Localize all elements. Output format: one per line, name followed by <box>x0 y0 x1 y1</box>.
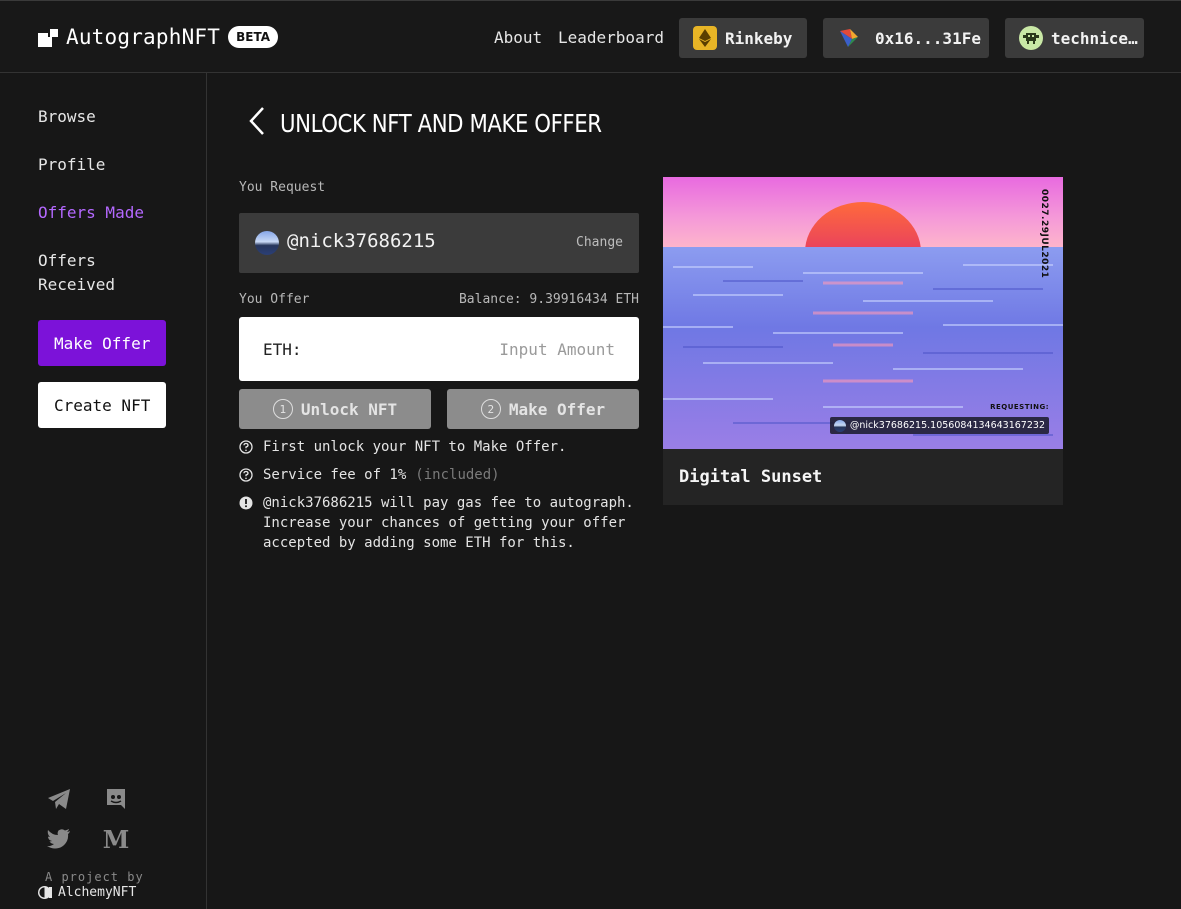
fee-info: Service fee of 1% (included) <box>239 465 639 485</box>
telegram-icon[interactable] <box>46 786 72 812</box>
fee-info-text: Service fee of 1% <box>263 467 407 483</box>
unlock-nft-button[interactable]: 1 Unlock NFT <box>239 389 431 429</box>
create-nft-button[interactable]: Create NFT <box>38 382 166 428</box>
sidebar-item-profile[interactable]: Profile <box>38 153 105 177</box>
alchemy-link[interactable]: AlchemyNFT <box>38 885 136 900</box>
page-title: UNLOCK NFT AND MAKE OFFER <box>280 108 602 138</box>
make-offer-button[interactable]: Make Offer <box>38 320 166 366</box>
make-offer-step-button[interactable]: 2 Make Offer <box>447 389 639 429</box>
logo[interactable]: AutographNFT BETA <box>38 25 279 49</box>
wallet-address: 0x16...31Fe <box>875 28 981 48</box>
step-2-number: 2 <box>480 399 501 419</box>
offer-amount-field: ETH: <box>239 317 639 381</box>
sidebar: Browse Profile Offers Made Offers Receiv… <box>0 73 207 909</box>
medium-icon[interactable]: M <box>103 825 130 854</box>
requesting-label: REQUESTING: <box>990 403 1049 411</box>
sidebar-item-offers-made[interactable]: Offers Made <box>38 201 144 225</box>
nav-about[interactable]: About <box>494 28 542 47</box>
requested-user-avatar <box>255 231 279 255</box>
page-header: UNLOCK NFT AND MAKE OFFER <box>248 105 658 141</box>
you-offer-label: You Offer <box>239 292 310 307</box>
sidebar-item-browse[interactable]: Browse <box>38 105 96 129</box>
brand-name: AutographNFT <box>66 25 221 49</box>
unlock-nft-label: Unlock NFT <box>300 399 398 419</box>
network-button[interactable]: Rinkeby <box>679 18 807 58</box>
back-icon[interactable] <box>248 105 266 141</box>
nav-leaderboard[interactable]: Leaderboard <box>558 28 664 47</box>
ethereum-icon <box>693 26 717 50</box>
requested-user-field: @nick37686215 Change <box>239 213 639 273</box>
unlock-info-text: First unlock your NFT to Make Offer. <box>263 439 567 455</box>
balance-label: Balance: 9.39916434 ETH <box>458 292 639 307</box>
top-bar: AutographNFT BETA About Leaderboard Rink… <box>0 0 1181 73</box>
wallet-avatar-icon <box>837 26 861 50</box>
network-label: Rinkeby <box>725 28 793 48</box>
requesting-tag: @nick37686215.1056084134643167232 <box>829 417 1049 434</box>
make-offer-step-label: Make Offer <box>508 399 606 419</box>
beta-badge: BETA <box>228 26 279 48</box>
step-1-number: 1 <box>272 399 293 419</box>
you-request-label: You Request <box>239 180 326 195</box>
gas-info: @nick37686215 will pay gas fee to autogr… <box>239 493 639 553</box>
change-user-link[interactable]: Change <box>576 235 623 250</box>
alchemy-logo-icon <box>38 886 52 899</box>
sidebar-item-offers-received[interactable]: Offers Received <box>38 249 128 297</box>
alchemy-name: AlchemyNFT <box>58 885 137 900</box>
question-icon <box>239 468 253 482</box>
username: technice… <box>1051 28 1138 48</box>
twitter-icon[interactable] <box>46 826 72 852</box>
fee-included-text: (included) <box>415 467 500 483</box>
nft-image: 0027.29JUL2021 REQUESTING: @nick37686215… <box>663 177 1063 449</box>
alert-icon <box>239 496 253 510</box>
requested-user-handle: @nick37686215 <box>287 230 436 252</box>
amount-input[interactable] <box>415 331 615 367</box>
currency-label: ETH: <box>263 340 302 359</box>
requesting-tag-text: @nick37686215.1056084134643167232 <box>849 420 1045 431</box>
discord-icon[interactable] <box>103 786 129 812</box>
user-avatar-icon <box>1019 26 1043 50</box>
question-icon <box>239 440 253 454</box>
nft-title: Digital Sunset <box>679 467 823 487</box>
date-stamp: 0027.29JUL2021 <box>1039 189 1049 279</box>
wallet-button[interactable]: 0x16...31Fe <box>823 18 989 58</box>
nft-card[interactable]: 0027.29JUL2021 REQUESTING: @nick37686215… <box>663 177 1063 505</box>
user-menu-button[interactable]: technice… <box>1005 18 1144 58</box>
requesting-avatar <box>833 419 846 432</box>
gas-info-text: @nick37686215 will pay gas fee to autogr… <box>263 495 634 551</box>
logo-icon <box>38 27 58 47</box>
project-by-label: A project by <box>45 870 144 884</box>
unlock-info: First unlock your NFT to Make Offer. <box>239 437 639 457</box>
